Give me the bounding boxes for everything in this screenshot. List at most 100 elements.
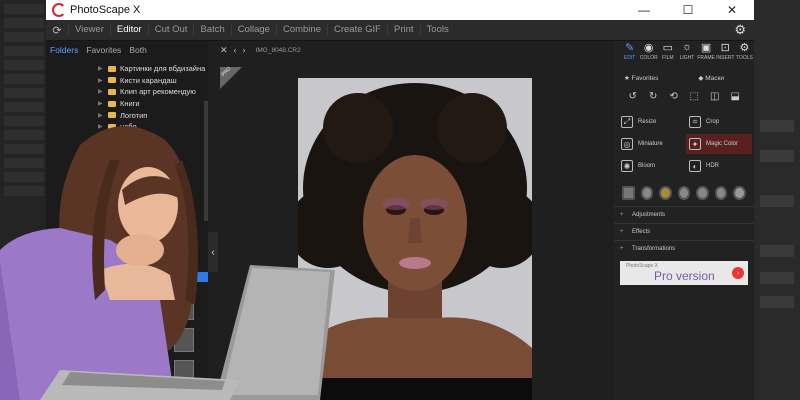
maximize-button[interactable]: ☐ <box>666 0 710 20</box>
light-icon: ☼ <box>681 41 693 53</box>
bloom-icon: ✺ <box>621 160 633 172</box>
tab-insert[interactable]: ⊡ INSERT <box>716 41 735 67</box>
thumbnail[interactable] <box>174 328 194 352</box>
previous-icon[interactable]: ‹ <box>234 45 237 55</box>
menu-item-cut-out[interactable]: Cut Out <box>147 24 194 36</box>
expand-arrow-icon[interactable]: ▶ <box>98 112 108 119</box>
crop-button[interactable]: ⌗ Crop <box>686 112 752 132</box>
tab-frame[interactable]: ▣ FRAME <box>697 41 716 67</box>
filter-grid: ⤢ Resize ⌗ Crop ◎ Miniature ✦ Magic Color ✺ B… <box>614 108 754 180</box>
expand-arrow-icon[interactable]: ▶ <box>98 123 108 130</box>
preset-circle[interactable] <box>677 186 691 200</box>
gear-icon[interactable]: ⚙ <box>734 22 746 38</box>
expand-arrow-icon[interactable]: ▶ <box>98 88 108 95</box>
folder-item[interactable]: ▶ <box>98 144 205 156</box>
folder-item[interactable]: ▶ Картинки для вбдизайна <box>98 63 205 75</box>
tab-edit[interactable]: ✎ EDIT <box>620 41 639 67</box>
folder-panel: Folders Favorites Both ▶ Картинки для вбд… <box>46 41 208 400</box>
expand-arrow-icon[interactable]: ▶ <box>98 77 108 84</box>
tab-tools[interactable]: ⚙ TOOLS <box>735 41 754 67</box>
folder-icon <box>108 65 116 72</box>
pro-version-banner[interactable]: PhotoScape X Pro version › <box>620 261 748 285</box>
folder-item[interactable]: ▶ <box>98 133 205 145</box>
menu-item-batch[interactable]: Batch <box>193 24 230 36</box>
favorites-button[interactable]: ★ Favorites <box>624 74 658 82</box>
section-transformations[interactable]: + Transformations <box>614 240 754 257</box>
menu-item-print[interactable]: Print <box>387 24 420 36</box>
section-effects[interactable]: + Effects <box>614 223 754 240</box>
folder-scrollbar[interactable] <box>204 101 208 221</box>
menu-item-collage[interactable]: Collage <box>230 24 276 36</box>
hdr-button[interactable]: ◐ HDR <box>686 156 752 176</box>
arrow-right-icon[interactable]: › <box>732 267 744 279</box>
crop-icon: ⌗ <box>689 116 701 128</box>
miniature-button[interactable]: ◎ Miniature <box>618 134 684 154</box>
tab-folders[interactable]: Folders <box>50 45 78 55</box>
preset-circle[interactable] <box>714 186 728 200</box>
insert-icon: ⊡ <box>720 42 730 54</box>
folder-item[interactable]: ▶ небо <box>98 121 205 133</box>
folder-item[interactable]: ▶ Логотип <box>98 109 205 121</box>
miniature-icon: ◎ <box>621 138 633 150</box>
menu-item-editor[interactable]: Editor <box>109 24 148 36</box>
tab-favorites[interactable]: Favorites <box>86 45 121 55</box>
menu-item-combine[interactable]: Combine <box>275 24 327 36</box>
viewer-nav: ✕ ‹ › IMG_8048.CR2 <box>218 41 614 59</box>
plus-icon: + <box>620 229 624 235</box>
plus-icon: + <box>620 246 624 252</box>
title-bar: PhotoScape X — ☐ ✕ <box>46 0 754 20</box>
folder-item[interactable]: ▶ Кисти карандаш <box>98 75 205 87</box>
rotate-right-icon[interactable]: ↻ <box>645 91 663 102</box>
straighten-icon[interactable]: ⬚ <box>686 91 704 102</box>
background-window-left <box>0 0 48 400</box>
bloom-button[interactable]: ✺ Bloom <box>618 156 684 176</box>
rotate-left-icon[interactable]: ↺ <box>624 91 642 102</box>
background-window-right <box>754 0 800 400</box>
folder-icon <box>108 88 116 95</box>
preset-circle[interactable] <box>659 186 672 200</box>
magic-color-button[interactable]: ✦ Magic Color <box>686 134 752 154</box>
expand-arrow-icon[interactable]: ▶ <box>98 100 108 107</box>
flip-horizontal-icon[interactable]: ◫ <box>706 91 724 102</box>
expand-arrow-icon[interactable]: ▶ <box>98 65 108 72</box>
section-adjustments[interactable]: + Adjustments <box>614 206 754 223</box>
banner-pro-text: Pro version <box>654 269 715 283</box>
thumbnail[interactable] <box>174 296 194 320</box>
thumbnail[interactable] <box>174 360 194 384</box>
collapse-panel-button[interactable]: ‹ <box>208 232 218 272</box>
folder-icon <box>108 100 116 107</box>
portrait-photo <box>298 78 532 400</box>
close-image-icon[interactable]: ✕ <box>220 45 228 56</box>
flip-vertical-icon[interactable]: ⬓ <box>727 91 745 102</box>
mask-button[interactable]: ◆ Маски <box>698 74 724 82</box>
close-button[interactable]: ✕ <box>710 0 754 20</box>
menu-item-create-gif[interactable]: Create GIF <box>327 24 387 36</box>
tools-icon: ⚙ <box>739 42 750 54</box>
tab-both[interactable]: Both <box>129 45 147 55</box>
drop-icon[interactable] <box>733 186 747 200</box>
resize-button[interactable]: ⤢ Resize <box>618 112 684 132</box>
folder-item[interactable]: ▶ Клип арт рекомендую <box>98 86 205 98</box>
rotate-icon[interactable]: ⟲ <box>665 91 683 102</box>
tab-color[interactable]: ◉ COLOR <box>639 41 658 67</box>
portrait-image <box>298 78 532 400</box>
preset-list-icon[interactable] <box>622 186 635 200</box>
folder-icon <box>108 123 116 130</box>
home-logo-icon[interactable]: ⟳ <box>46 20 68 40</box>
next-icon[interactable]: › <box>243 45 246 55</box>
transform-icons: ↺ ↻ ⟲ ⬚ ◫ ⬓ <box>614 85 754 108</box>
menu-bar: ⟳ Viewer Editor Cut Out Batch Collage Co… <box>46 20 754 41</box>
tab-film[interactable]: ▭ FILM <box>658 41 677 67</box>
folder-icon <box>108 146 116 153</box>
app-title: PhotoScape X <box>70 4 141 16</box>
folder-item[interactable]: ▶ Книги <box>98 98 205 110</box>
file-name: IMG_8048.CR2 <box>255 46 301 54</box>
preset-circle[interactable] <box>696 186 709 200</box>
folder-icon <box>108 77 116 84</box>
preset-circle[interactable] <box>640 186 654 200</box>
film-icon: ▭ <box>662 42 674 54</box>
menu-item-tools[interactable]: Tools <box>419 24 455 36</box>
tab-light[interactable]: ☼ LIGHT <box>677 41 696 67</box>
minimize-button[interactable]: — <box>622 0 666 20</box>
menu-item-viewer[interactable]: Viewer <box>68 24 110 36</box>
